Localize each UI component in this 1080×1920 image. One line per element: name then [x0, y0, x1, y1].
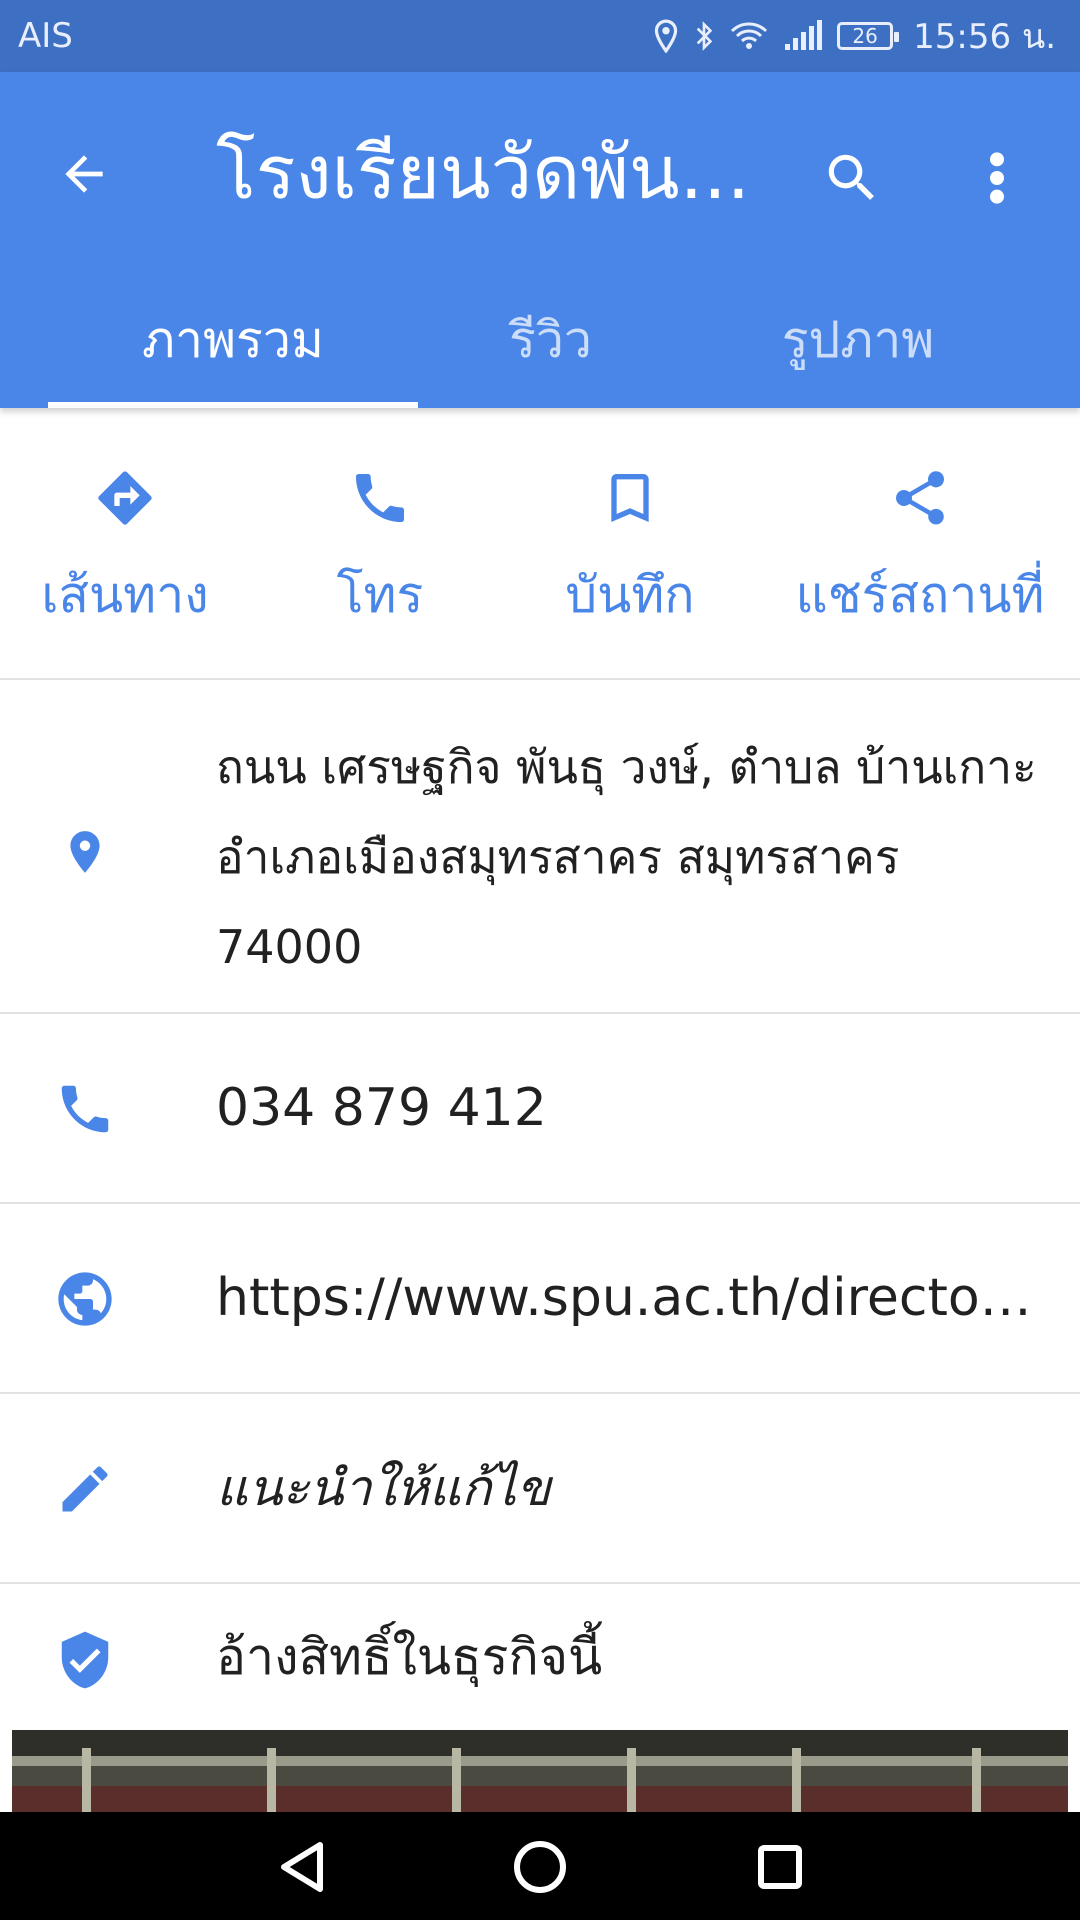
share-label: แชร์สถานที่: [795, 566, 1045, 624]
clock: 15:56 น.: [913, 17, 1056, 57]
save-label: บันทึก: [565, 566, 695, 624]
verified-shield-icon: [50, 1620, 120, 1700]
website-link[interactable]: https://www.spu.ac.th/directory…: [216, 1204, 1040, 1392]
website-row[interactable]: https://www.spu.ac.th/directory…: [0, 1204, 1080, 1394]
suggest-edit-row[interactable]: แนะนำให้แก้ไข: [0, 1394, 1080, 1584]
more-vert-icon: [990, 152, 1004, 204]
nav-home-button[interactable]: [500, 1832, 580, 1902]
battery-icon: 26: [837, 22, 900, 50]
signal-icon: [783, 20, 823, 52]
directions-label: เส้นทาง: [41, 566, 209, 624]
nav-back-button[interactable]: [262, 1832, 342, 1902]
address-row[interactable]: ถนน เศรษฐกิจ พันธุ วงษ์, ตำบล บ้านเกาะ อ…: [0, 682, 1080, 1014]
directions-icon: [93, 458, 157, 538]
system-nav-bar: [0, 1812, 1080, 1920]
wifi-icon: [729, 19, 769, 53]
share-icon: [888, 458, 952, 538]
tab-overview[interactable]: ภาพรวม: [48, 272, 418, 408]
phone-number: 034 879 412: [216, 1078, 547, 1138]
back-button[interactable]: [48, 138, 120, 210]
page-title: โรงเรียนวัดพัน...: [216, 130, 751, 216]
more-options-button[interactable]: [962, 138, 1032, 218]
arrow-back-icon: [65, 155, 103, 193]
bluetooth-icon: [693, 19, 715, 53]
action-row: เส้นทาง โทร บันทึก แชร์สถานที่: [0, 408, 1080, 680]
search-button[interactable]: [812, 138, 892, 218]
carrier-label: AIS: [18, 16, 73, 56]
status-icons: 26 15:56 น.: [653, 9, 1056, 63]
phone-icon: [348, 458, 412, 538]
bookmark-icon: [598, 458, 662, 538]
status-bar: AIS 26 15:56 น.: [0, 0, 1080, 72]
toolbar: โรงเรียนวัดพัน...: [0, 72, 1080, 272]
tab-photos[interactable]: รูปภาพ: [683, 272, 1033, 408]
circle-home-icon: [514, 1841, 566, 1893]
square-recents-icon: [758, 1845, 802, 1889]
address-text: ถนน เศรษฐกิจ พันธุ วงษ์, ตำบล บ้านเกาะ อ…: [216, 740, 1037, 974]
location-status-icon: [653, 19, 679, 53]
nav-recents-button[interactable]: [740, 1832, 820, 1902]
globe-icon: [50, 1259, 120, 1339]
phone-row-icon: [50, 1069, 120, 1149]
pencil-icon: [50, 1449, 120, 1529]
call-label: โทร: [336, 566, 424, 624]
share-place-button[interactable]: แชร์สถานที่: [770, 408, 1070, 680]
claim-business-label: อ้างสิทธิ์ในธุรกิจนี้: [216, 1628, 603, 1686]
directions-button[interactable]: เส้นทาง: [10, 408, 240, 680]
claim-business-row[interactable]: อ้างสิทธิ์ในธุรกิจนี้: [0, 1584, 1080, 1730]
suggest-edit-label: แนะนำให้แก้ไข: [216, 1459, 551, 1517]
search-icon: [828, 154, 874, 200]
call-button[interactable]: โทร: [265, 408, 495, 680]
screen: AIS 26 15:56 น. โรงเรียนวัดพัน... ภาพรวม…: [0, 0, 1080, 1920]
triangle-back-icon: [281, 1842, 323, 1892]
app-bar: โรงเรียนวัดพัน... ภาพรวม รีวิว รูปภาพ: [0, 72, 1080, 408]
place-icon: [50, 812, 120, 892]
tab-reviews[interactable]: รีวิว: [418, 272, 683, 408]
save-button[interactable]: บันทึก: [515, 408, 745, 680]
phone-row[interactable]: 034 879 412: [0, 1014, 1080, 1204]
tab-bar: ภาพรวม รีวิว รูปภาพ: [0, 272, 1080, 408]
place-photo[interactable]: [12, 1730, 1068, 1812]
